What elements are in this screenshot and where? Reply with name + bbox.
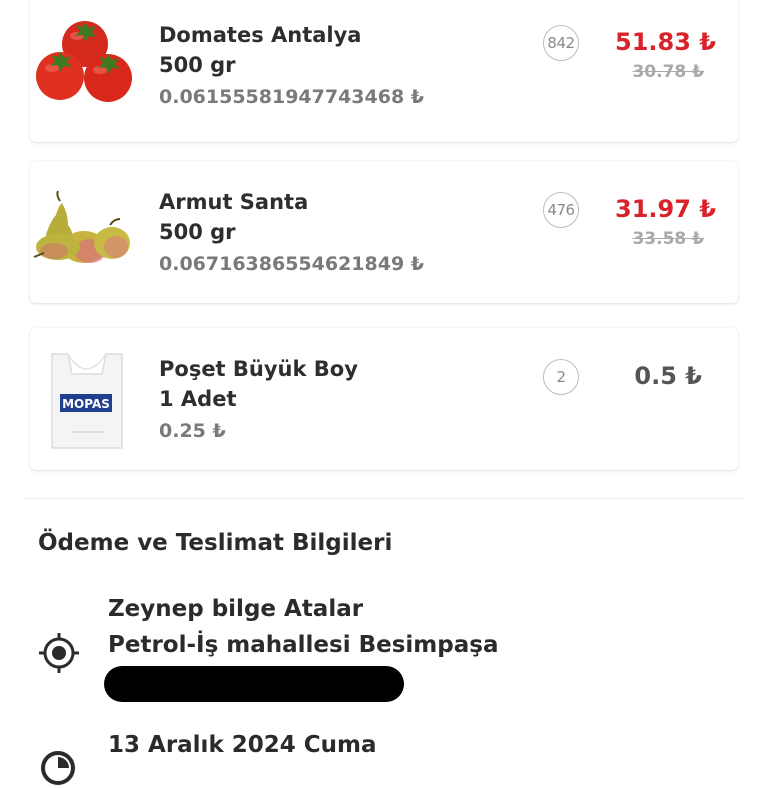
bag-brand-logo: MOPAS bbox=[62, 397, 110, 411]
product-quantity: 500 gr bbox=[159, 53, 236, 77]
product-name: Poşet Büyük Boy bbox=[159, 357, 358, 381]
section-divider bbox=[24, 498, 744, 499]
section-title: Ödeme ve Teslimat Bilgileri bbox=[38, 530, 393, 556]
count-badge: 2 bbox=[543, 359, 579, 395]
redacted-address bbox=[104, 666, 404, 702]
count-badge: 476 bbox=[543, 192, 579, 228]
product-quantity: 500 gr bbox=[159, 220, 236, 244]
total-price: 0.5 ₺ bbox=[634, 362, 702, 390]
count-badge: 842 bbox=[543, 25, 579, 61]
tomato-image bbox=[36, 21, 132, 102]
recipient-name: Zeynep bilge Atalar bbox=[108, 596, 364, 622]
original-price: 33.58 ₺ bbox=[632, 229, 704, 249]
plastic-bag-image: MOPAS bbox=[51, 353, 123, 449]
product-name: Armut Santa bbox=[159, 190, 309, 214]
address-line: Petrol-İş mahallesi Besimpaşa bbox=[108, 632, 499, 658]
cart-item-card[interactable]: Armut Santa 500 gr 0.06716386554621849 ₺… bbox=[30, 161, 738, 303]
unit-price: 0.06716386554621849 ₺ bbox=[159, 253, 425, 275]
pear-image bbox=[33, 190, 130, 263]
discounted-price: 51.83 ₺ bbox=[615, 28, 716, 56]
location-target-icon bbox=[39, 633, 79, 673]
original-price: 30.78 ₺ bbox=[632, 62, 704, 82]
unit-price: 0.06155581947743468 ₺ bbox=[159, 86, 425, 108]
delivery-date: 13 Aralık 2024 Cuma bbox=[108, 732, 377, 758]
product-name: Domates Antalya bbox=[159, 23, 362, 47]
product-quantity: 1 Adet bbox=[159, 387, 237, 411]
unit-price: 0.25 ₺ bbox=[159, 420, 226, 442]
cart-item-card[interactable]: MOPAS Poşet Büyük Boy 1 Adet 0.25 ₺ 2 0.… bbox=[30, 328, 738, 470]
cart-item-card[interactable]: Domates Antalya 500 gr 0.061555819477434… bbox=[30, 0, 738, 142]
discounted-price: 31.97 ₺ bbox=[615, 195, 716, 223]
clock-icon bbox=[41, 751, 75, 785]
